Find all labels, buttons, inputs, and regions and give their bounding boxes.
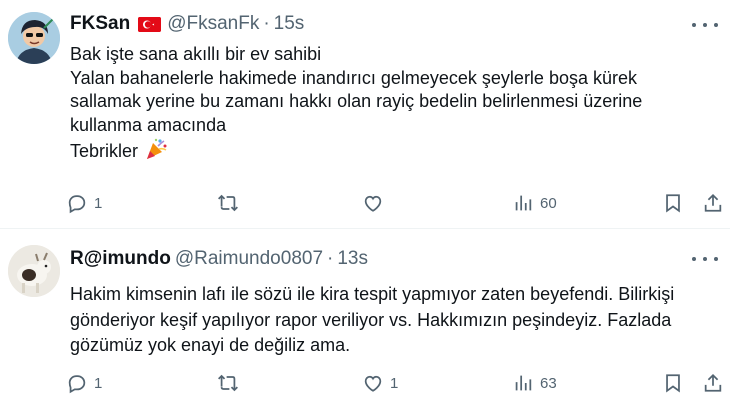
tweet-line: kullanma amacında xyxy=(70,114,227,135)
bookmark-icon xyxy=(666,374,680,393)
tweet-line: Hakim kimsenin lafı ile sözü ile kira te… xyxy=(70,284,675,304)
retweet-button[interactable] xyxy=(217,188,239,218)
like-count: 1 xyxy=(390,374,399,392)
tweet[interactable]: R@imundo @Raimundo0807 · 13s Hakim kimse… xyxy=(0,228,730,420)
reply-count: 1 xyxy=(94,194,103,212)
avatar[interactable] xyxy=(8,245,60,297)
tweet-line: Tebrikler xyxy=(70,141,139,161)
share-icon xyxy=(704,193,722,212)
tweet-line: Bak işte sana akıllı bir ev sahibi xyxy=(70,44,322,64)
tweet-actions: 1 1 63 xyxy=(64,368,730,398)
reply-icon xyxy=(68,375,86,394)
like-button[interactable]: 1 xyxy=(362,368,398,398)
tweet-line: gönderiyor keşif yapılıyor rapor veriliy… xyxy=(70,309,672,330)
reply-icon xyxy=(68,195,86,214)
tweet-header: R@imundo @Raimundo0807 · 13s xyxy=(70,247,368,271)
timestamp[interactable]: 15s xyxy=(274,12,305,36)
bookmark-button[interactable] xyxy=(662,368,684,398)
like-icon xyxy=(364,375,382,392)
timestamp[interactable]: 13s xyxy=(337,247,368,271)
author-handle[interactable]: @Raimundo0807 xyxy=(175,247,323,271)
more-icon[interactable] xyxy=(692,16,718,34)
views-icon xyxy=(515,375,532,391)
retweet-icon xyxy=(218,374,238,392)
view-count: 60 xyxy=(540,194,557,212)
tweet[interactable]: FKSan @FksanFk · 15s Bak işte sana akıll… xyxy=(0,0,730,228)
author-handle[interactable]: @FksanFk xyxy=(167,12,259,36)
retweet-icon xyxy=(218,194,238,212)
tweet-line: Yalan bahanelerle hakimede inandırıcı ge… xyxy=(70,67,637,88)
bookmark-icon xyxy=(666,194,680,213)
separator: · xyxy=(327,248,334,269)
reply-button[interactable]: 1 xyxy=(66,188,102,218)
views-button[interactable]: 60 xyxy=(512,188,557,218)
party-popper-icon xyxy=(144,137,168,161)
separator: · xyxy=(263,13,270,34)
views-icon xyxy=(515,195,532,211)
turkey-flag-icon xyxy=(138,16,162,32)
tweet-actions: 1 60 xyxy=(64,188,730,218)
share-button[interactable] xyxy=(702,368,724,398)
tweet-line: gözümüz yok enayi de değiliz ama. xyxy=(70,335,351,355)
author-name[interactable]: R@imundo xyxy=(70,247,171,271)
views-button[interactable]: 63 xyxy=(512,368,557,398)
reply-count: 1 xyxy=(94,374,103,392)
tweet-line-last: Tebrikler xyxy=(70,137,716,164)
avatar[interactable] xyxy=(8,12,60,64)
tweet-header: FKSan @FksanFk · 15s xyxy=(70,12,304,36)
share-icon xyxy=(704,373,722,392)
bookmark-button[interactable] xyxy=(662,188,684,218)
tweet-text: Hakim kimsenin lafı ile sözü ile kira te… xyxy=(70,282,716,359)
more-icon[interactable] xyxy=(692,250,718,268)
like-button[interactable] xyxy=(362,188,384,218)
reply-button[interactable]: 1 xyxy=(66,368,102,398)
retweet-button[interactable] xyxy=(217,368,239,398)
like-icon xyxy=(364,195,382,212)
view-count: 63 xyxy=(540,374,557,392)
author-name[interactable]: FKSan xyxy=(70,12,130,36)
tweet-text: Bak işte sana akıllı bir ev sahibi Yalan… xyxy=(70,43,716,164)
share-button[interactable] xyxy=(702,188,724,218)
tweet-line: sallamak yerine bu zamanı hakkı olan ray… xyxy=(70,91,643,111)
